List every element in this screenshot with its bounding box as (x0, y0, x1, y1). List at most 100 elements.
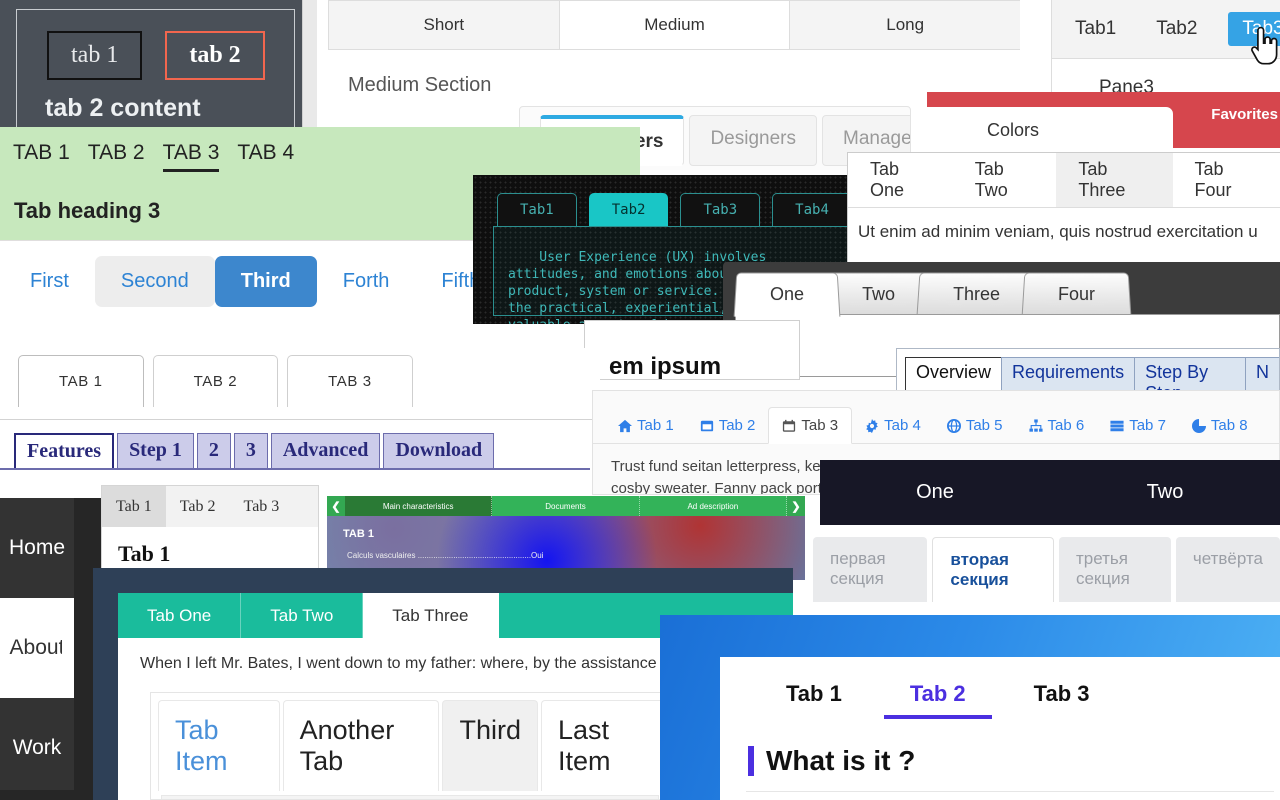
tab-teal-two[interactable]: Tab Two (241, 593, 364, 638)
tab-colors[interactable]: Colors (927, 106, 1174, 148)
tab-last-item[interactable]: Last Item (541, 700, 669, 791)
pointer-cursor-icon (1251, 26, 1278, 65)
tab-ru-2[interactable]: вторая секция (932, 537, 1054, 602)
dark-tab-1[interactable]: tab 1 (47, 31, 143, 80)
tab-teal-one[interactable]: Tab One (118, 593, 242, 638)
tab-term-1[interactable]: Tab1 (497, 193, 577, 226)
tab-blue-2[interactable]: Tab 2 (876, 669, 1000, 719)
dark-tablist: tab 1 tab 2 (17, 10, 294, 80)
tab-ru-3[interactable]: третья секция (1058, 537, 1171, 602)
globe-icon (946, 418, 961, 433)
tab-icon-8-label: Tab 8 (1210, 417, 1248, 434)
tab-green-3[interactable]: TAB 3 (162, 141, 220, 172)
tab-medium[interactable]: Medium (558, 0, 791, 49)
tab-first[interactable]: First (4, 256, 95, 307)
tab-term-4[interactable]: Tab4 (772, 193, 852, 226)
features-tab-widget: Features Step 1 2 3 Advanced Download (0, 420, 590, 480)
tab-third-item[interactable]: Third (442, 700, 538, 791)
tab-outline-3[interactable]: TAB 3 (287, 355, 413, 407)
tof-body-text: Ut enim ad minim veniam, quis nostrud ex… (858, 222, 1258, 241)
tab-serif-2[interactable]: Tab 2 (166, 486, 230, 527)
tab-another[interactable]: Another Tab (282, 700, 440, 791)
tab-long[interactable]: Long (789, 0, 1020, 49)
tab-glossy-three[interactable]: Three (916, 272, 1037, 317)
outlined-tab-widget: TAB 1 TAB 2 TAB 3 (0, 348, 600, 420)
tab-icon-2[interactable]: Tab 2 (687, 408, 769, 443)
sidebar-item-work[interactable]: Work (0, 698, 74, 798)
tab-icon-5[interactable]: Tab 5 (934, 408, 1016, 443)
tab-icon-6[interactable]: Tab 6 (1016, 408, 1098, 443)
tab-term-2[interactable]: Tab2 (588, 193, 669, 226)
sml-tablist: Short Medium Long (328, 0, 1020, 50)
tab-one[interactable]: Tab One (848, 153, 953, 207)
item-tab-panel (161, 795, 659, 799)
tab-second[interactable]: Second (94, 256, 215, 307)
carousel-pane-line: Calculs vasculaires ....................… (347, 551, 544, 560)
tab-dark-one[interactable]: One (820, 460, 1050, 525)
chevron-left-icon[interactable]: ❮ (327, 496, 345, 516)
dark-tab-2[interactable]: tab 2 (165, 31, 265, 80)
tab-advanced[interactable]: Advanced (270, 433, 381, 468)
tab-features[interactable]: Features (14, 433, 115, 468)
tab-blue-3[interactable]: Tab 3 (1000, 669, 1124, 719)
tab-documents[interactable]: Documents (492, 496, 640, 516)
chevron-right-icon[interactable]: ❯ (786, 496, 805, 516)
tab-icon-7-label: Tab 7 (1129, 417, 1166, 434)
tab-blue-1[interactable]: Tab 1 (752, 669, 876, 719)
tab-two[interactable]: Tab Two (953, 153, 1057, 207)
blue-tablist: Tab 1 Tab 2 Tab 3 (720, 657, 1280, 719)
tab-term-3[interactable]: Tab3 (680, 193, 761, 226)
tab-outline-2[interactable]: TAB 2 (152, 355, 279, 407)
tab-download[interactable]: Download (383, 433, 495, 468)
tab-teal-three[interactable]: Tab Three (363, 593, 499, 638)
tab-icon-1[interactable]: Tab 1 (605, 408, 687, 443)
tab-item[interactable]: Tab Item (158, 700, 280, 791)
tab-main-characteristics[interactable]: Main characteristics (345, 496, 493, 516)
tab-short[interactable]: Short (328, 0, 560, 49)
tab-outline-1[interactable]: TAB 1 (18, 355, 144, 407)
tab-four[interactable]: Tab Four (1173, 153, 1280, 207)
tab-green-1[interactable]: TAB 1 (13, 141, 70, 172)
sidebar-item-about[interactable]: About (0, 598, 74, 698)
tab-ru-1[interactable]: первая секция (813, 537, 928, 602)
sidebar-item-home[interactable]: Home (0, 498, 74, 598)
blue-tab-widget: Tab 1 Tab 2 Tab 3 What is it ? (660, 615, 1280, 800)
tab-serif-1[interactable]: Tab 1 (102, 486, 166, 527)
tab-icon-8[interactable]: Tab 8 (1179, 408, 1261, 443)
tab-step-2[interactable]: 2 (196, 433, 231, 468)
outlined-tablist: TAB 1 TAB 2 TAB 3 (0, 348, 600, 407)
tab-glossy-two[interactable]: Two (825, 272, 932, 317)
tab-green-2[interactable]: TAB 2 (88, 141, 145, 172)
tab-tab2[interactable]: Tab2 (1147, 12, 1206, 46)
carousel-pane-title: TAB 1 (343, 528, 374, 540)
tab-three[interactable]: Tab Three (1056, 153, 1173, 207)
tab-ad-description[interactable]: Ad description (639, 496, 787, 516)
tof-tablist: Tab One Tab Two Tab Three Tab Four (848, 153, 1280, 208)
tab-icon-7[interactable]: Tab 7 (1097, 408, 1179, 443)
tab-ru-4[interactable]: четвёрта (1175, 537, 1280, 602)
dark-tab-widget: tab 1 tab 2 tab 2 content (0, 0, 303, 133)
russian-tablist: первая секция вторая секция третья секци… (808, 525, 1280, 602)
tab-serif-3[interactable]: Tab 3 (230, 486, 294, 527)
tab-designers[interactable]: Designers (689, 115, 817, 166)
tab-icon-4[interactable]: Tab 4 (852, 408, 934, 443)
tab-icon-3[interactable]: Tab 3 (768, 407, 853, 444)
tab-glossy-four[interactable]: Four (1021, 272, 1132, 317)
medium-section-title: Medium Section (348, 74, 492, 96)
tab-third[interactable]: Third (214, 256, 317, 307)
tab-forth[interactable]: Forth (317, 256, 416, 307)
tab-dark-two[interactable]: Two (1050, 460, 1280, 525)
glossy-tablist: One Two Three Four (723, 262, 1280, 317)
tab-glossy-one[interactable]: One (733, 272, 841, 317)
tab-tab1[interactable]: Tab1 (1066, 12, 1125, 46)
lorem-card: em ipsum (584, 320, 800, 380)
tab-icon-1-label: Tab 1 (637, 417, 674, 434)
lorem-text: em ipsum (609, 353, 722, 380)
tab123-tablist: Tab1 Tab2 Tab3 (1052, 0, 1280, 59)
tab-green-4[interactable]: TAB 4 (237, 141, 294, 172)
item-tablist: Tab Item Another Tab Third Last Item (151, 693, 669, 791)
tab-step-3[interactable]: 3 (233, 433, 268, 468)
tab-favorites[interactable]: Favorites (1211, 106, 1278, 123)
tab-step-1[interactable]: Step 1 (117, 433, 194, 468)
carousel-tablist: ❮ Main characteristics Documents Ad desc… (327, 496, 805, 516)
